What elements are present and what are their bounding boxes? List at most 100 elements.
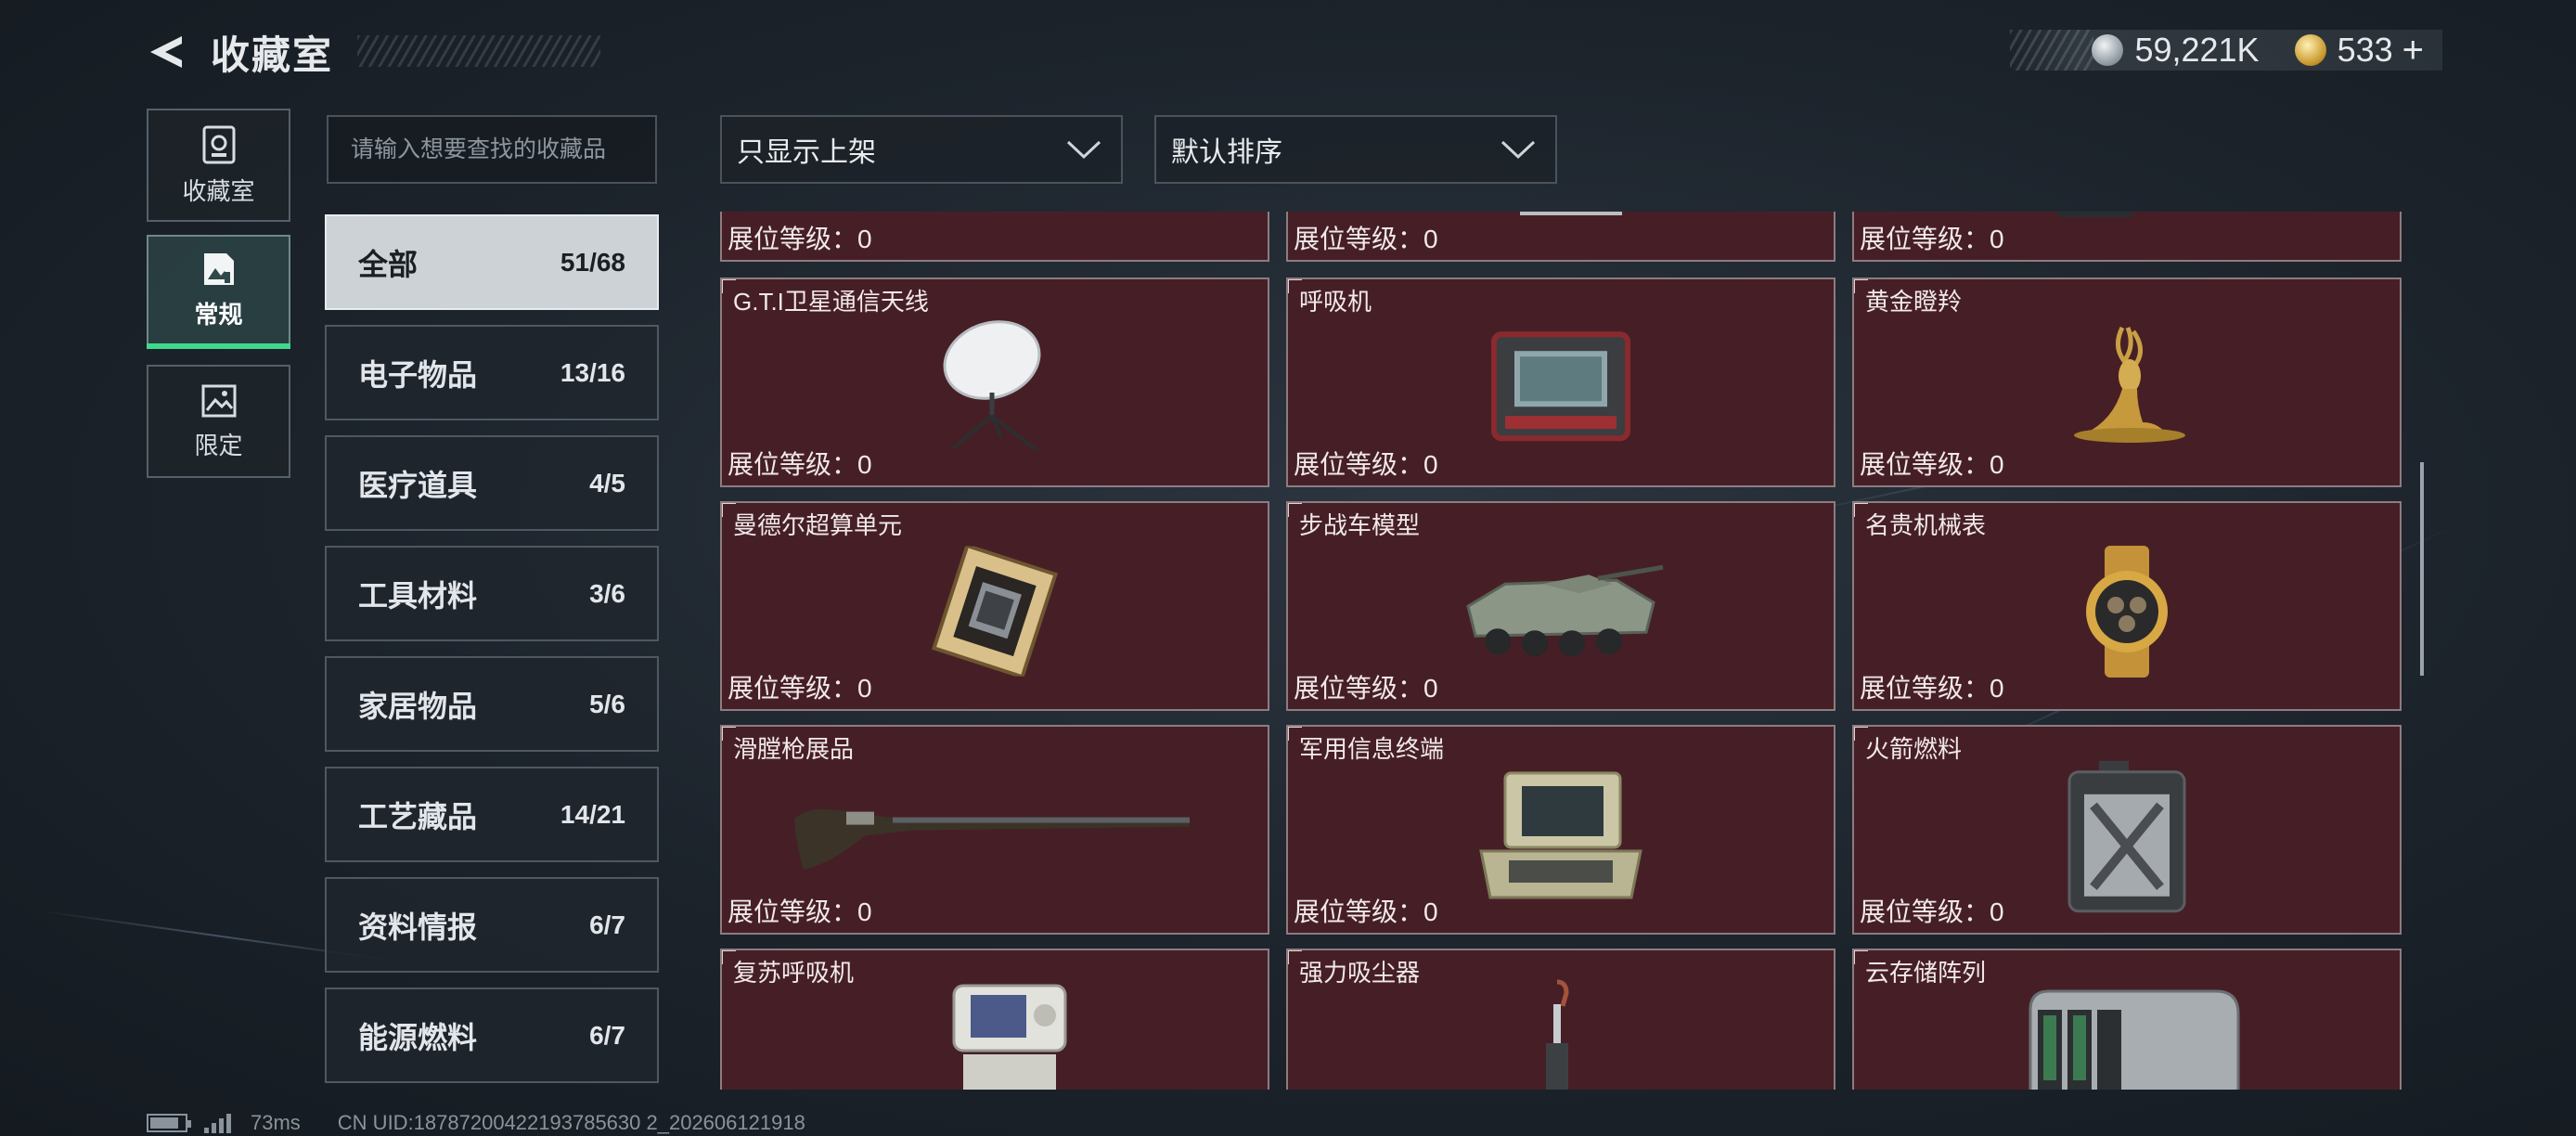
category-crafts[interactable]: 工艺藏品 14/21: [325, 767, 659, 862]
category-name: 全部: [358, 247, 419, 281]
satellite-antenna-icon: [943, 320, 1041, 452]
item-card[interactable]: 呼吸机 展位等级：0: [1286, 278, 1835, 487]
item-level: 展位等级：0: [728, 225, 872, 253]
category-count: 4/5: [589, 468, 625, 497]
category-intel[interactable]: 资料情报 6/7: [325, 877, 659, 973]
item-card[interactable]: 军用信息终端 展位等级：0: [1286, 725, 1835, 935]
grid-scrollbar[interactable]: [2420, 462, 2424, 676]
category-household[interactable]: 家居物品 5/6: [325, 656, 659, 752]
status-bar: 73ms CN UID:18787200422193785630 2_20260…: [147, 1111, 805, 1134]
item-name: 黄金瞪羚: [1865, 288, 1963, 316]
image-icon: [203, 253, 234, 285]
item-name: 名贵机械表: [1865, 511, 1987, 539]
category-name: 医疗道具: [358, 468, 478, 502]
item-card[interactable]: 黄金瞪羚 展位等级：0: [1852, 278, 2402, 487]
category-count: 51/68: [560, 247, 625, 277]
category-energy[interactable]: 能源燃料 6/7: [325, 988, 659, 1083]
sort-dropdown[interactable]: 默认排序: [1154, 115, 1557, 184]
ping-text: 73ms: [251, 1111, 301, 1134]
supercomputer-unit-icon: [932, 546, 1058, 677]
add-currency-button[interactable]: +: [2402, 32, 2424, 69]
search-input[interactable]: [327, 115, 657, 184]
collection-icon: [202, 125, 235, 163]
item-card[interactable]: 名贵机械表 展位等级：0: [1852, 501, 2402, 711]
back-button[interactable]: [144, 28, 192, 76]
item-name: G.T.I卫星通信天线: [733, 288, 929, 316]
musket-icon: [794, 808, 1190, 870]
item-level: 展位等级：0: [1294, 225, 1438, 253]
signal-icon: [204, 1113, 234, 1133]
item-name: 军用信息终端: [1299, 735, 1445, 763]
item-card[interactable]: 展位等级：0: [720, 212, 1269, 262]
page-title: 收藏室: [211, 32, 334, 77]
item-card[interactable]: 火箭燃料 展位等级：0: [1852, 725, 2402, 935]
category-medical[interactable]: 医疗道具 4/5: [325, 435, 659, 531]
uid-text: CN UID:18787200422193785630 2_2026061219…: [337, 1111, 805, 1134]
item-level: 展位等级：0: [1860, 897, 2004, 926]
item-card[interactable]: 展位等级：0: [1286, 212, 1835, 262]
silver-coin-icon: [2092, 34, 2124, 66]
item-card[interactable]: G.T.I卫星通信天线 展位等级：0: [720, 278, 1269, 487]
item-image: [1520, 212, 1622, 215]
back-arrow-icon: [150, 36, 182, 68]
category-count: 13/16: [560, 357, 625, 387]
item-level: 展位等级：0: [1294, 897, 1438, 926]
item-grid: 展位等级：0 展位等级：0 展位等级：0 G.T.I卫星通信天线 展位等级：0 …: [720, 212, 2402, 1090]
tab-limited[interactable]: 限定: [147, 365, 290, 478]
item-image: [2058, 212, 2132, 217]
tab-label: 收藏室: [182, 176, 255, 205]
item-name: 滑膛枪展品: [733, 735, 855, 763]
category-name: 工具材料: [358, 578, 478, 613]
tab-label: 限定: [194, 431, 243, 459]
category-count: 14/21: [560, 799, 625, 829]
dropdown-label: 默认排序: [1171, 137, 1282, 168]
chevron-down-icon: [1066, 140, 1101, 160]
item-level: 展位等级：0: [1860, 450, 2004, 479]
golden-gazelle-icon: [2074, 326, 2185, 443]
active-indicator: [147, 343, 290, 349]
item-name: 步战车模型: [1299, 511, 1421, 539]
category-all[interactable]: 全部 51/68: [325, 214, 659, 310]
category-name: 工艺藏品: [358, 799, 478, 833]
chevron-down-icon: [1501, 140, 1536, 160]
currency-bar: 59,221K 533 +: [2010, 30, 2442, 71]
item-name: 呼吸机: [1299, 288, 1372, 316]
silver-amount: 59,221K: [2134, 31, 2260, 69]
item-name: 复苏呼吸机: [733, 959, 855, 987]
category-electronics[interactable]: 电子物品 13/16: [325, 325, 659, 420]
item-level: 展位等级：0: [1860, 674, 2004, 703]
item-card[interactable]: 强力吸尘器: [1286, 949, 1835, 1090]
cloud-storage-array-icon: [2029, 989, 2240, 1090]
category-tools[interactable]: 工具材料 3/6: [325, 546, 659, 641]
item-card[interactable]: 滑膛枪展品 展位等级：0: [720, 725, 1269, 935]
item-card[interactable]: 云存储阵列: [1852, 949, 2402, 1090]
luxury-watch-icon: [2086, 546, 2168, 678]
category-name: 家居物品: [358, 689, 478, 723]
rocket-fuel-icon: [2067, 760, 2186, 913]
tab-regular[interactable]: 常规: [147, 235, 290, 349]
item-name: 火箭燃料: [1865, 735, 1963, 763]
item-name: 曼德尔超算单元: [733, 511, 903, 539]
item-card[interactable]: 展位等级：0: [1852, 212, 2402, 262]
dropdown-label: 只显示上架: [737, 137, 876, 168]
item-level: 展位等级：0: [728, 674, 872, 703]
ventilator-icon: [1491, 331, 1630, 442]
tab-label: 常规: [194, 301, 243, 329]
category-name: 电子物品: [358, 357, 478, 392]
battery-icon: [147, 1114, 191, 1132]
item-card[interactable]: 步战车模型 展位等级：0: [1286, 501, 1835, 711]
vacuum-cleaner-icon: [1546, 979, 1569, 1090]
gold-amount: 533: [2337, 31, 2393, 69]
gold-coin-icon: [2294, 34, 2326, 66]
category-name: 资料情报: [358, 910, 478, 944]
item-level: 展位等级：0: [728, 897, 872, 926]
tab-collection[interactable]: 收藏室: [147, 109, 290, 222]
item-card[interactable]: 曼德尔超算单元 展位等级：0: [720, 501, 1269, 711]
landscape-icon: [201, 384, 236, 417]
category-count: 6/7: [589, 910, 625, 939]
show-filter-dropdown[interactable]: 只显示上架: [720, 115, 1123, 184]
category-count: 3/6: [589, 578, 625, 608]
ifv-model-icon: [1466, 564, 1664, 657]
item-level: 展位等级：0: [1294, 450, 1438, 479]
item-card[interactable]: 复苏呼吸机: [720, 949, 1269, 1090]
